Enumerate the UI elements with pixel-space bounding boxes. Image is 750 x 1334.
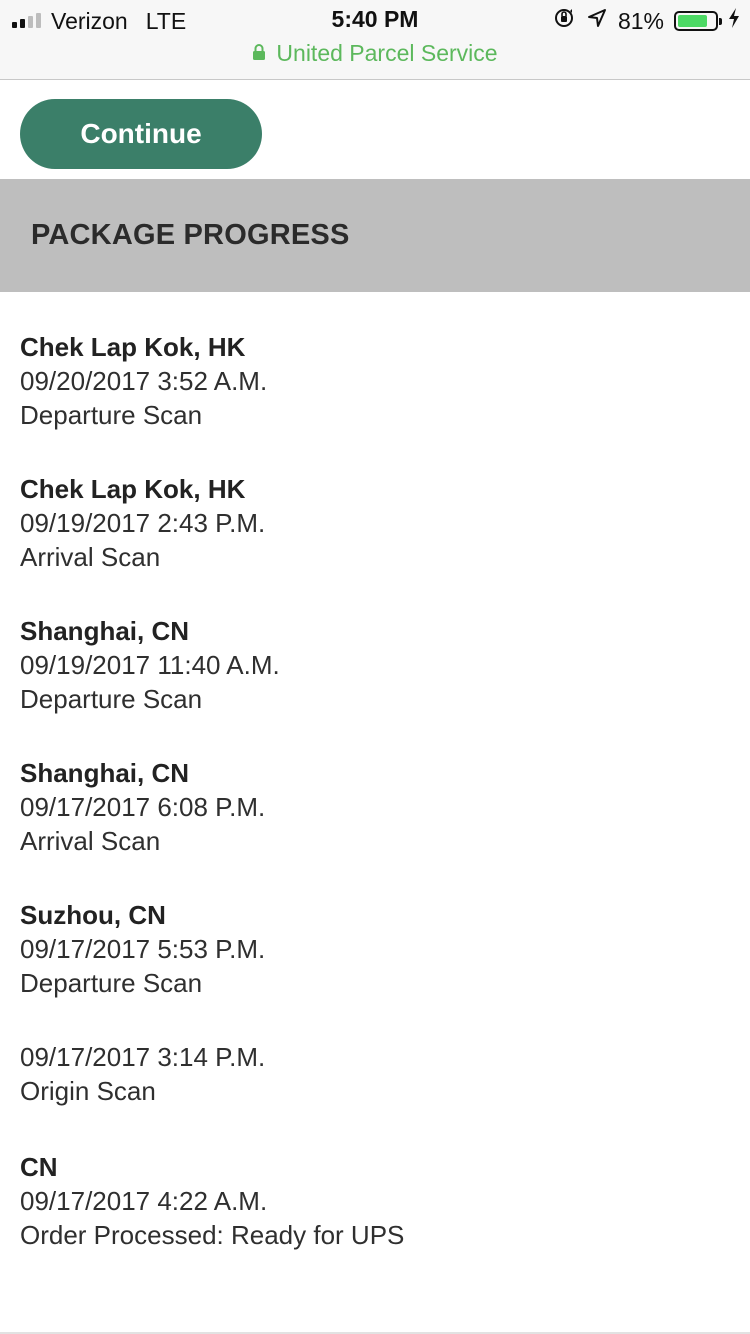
event-location: Shanghai, CN [20, 758, 190, 788]
event-datetime: 09/17/2017 3:14 P.M. [20, 1042, 266, 1072]
progress-event: 09/17/2017 3:14 P.M. Origin Scan [20, 1040, 265, 1108]
event-location: Chek Lap Kok, HK [20, 332, 246, 362]
battery-icon [674, 11, 722, 31]
section-title: PACKAGE PROGRESS [0, 179, 750, 292]
progress-event: Suzhou, CN 09/17/2017 5:53 P.M. Departure … [20, 898, 265, 1000]
event-activity: Departure Scan [20, 684, 203, 714]
progress-event: Chek Lap Kok, HK 09/20/2017 3:52 A.M. Depa… [20, 330, 267, 432]
continue-button[interactable]: Continue [20, 99, 262, 169]
address-bar[interactable]: United Parcel Service [0, 40, 750, 67]
event-location: Shanghai, CN [20, 616, 190, 646]
lock-icon [252, 40, 266, 67]
event-datetime: 09/17/2017 4:22 A.M. [20, 1186, 268, 1216]
event-location: Chek Lap Kok, HK [20, 474, 246, 504]
location-icon [586, 7, 608, 35]
status-right: 81% [552, 6, 740, 36]
status-bar: Verizon LTE 5:40 PM 81% United Parcel Se… [0, 0, 750, 80]
event-location: Suzhou, CN [20, 900, 166, 930]
event-datetime: 09/20/2017 3:52 A.M. [20, 366, 268, 396]
charging-icon [728, 7, 740, 35]
event-activity: Order Processed: Ready for UPS [20, 1220, 405, 1250]
progress-event: Shanghai, CN 09/19/2017 11:40 A.M. Departu… [20, 614, 280, 716]
progress-event: CN 09/17/2017 4:22 A.M. Order Processed: R… [20, 1150, 404, 1252]
event-datetime: 09/19/2017 11:40 A.M. [20, 650, 280, 680]
event-activity: Arrival Scan [20, 542, 161, 572]
progress-event: Chek Lap Kok, HK 09/19/2017 2:43 P.M. Arri… [20, 472, 265, 574]
progress-event: Shanghai, CN 09/17/2017 6:08 P.M. Arrival … [20, 756, 265, 858]
event-datetime: 09/19/2017 2:43 P.M. [20, 508, 266, 538]
event-activity: Departure Scan [20, 968, 203, 998]
event-location: CN [20, 1152, 58, 1182]
battery-percent: 81% [617, 7, 664, 34]
event-activity: Origin Scan [20, 1076, 156, 1106]
event-datetime: 09/17/2017 5:53 P.M. [20, 934, 266, 964]
event-activity: Departure Scan [20, 400, 203, 430]
event-activity: Arrival Scan [20, 826, 161, 856]
orientation-lock-icon [552, 6, 576, 36]
event-datetime: 09/17/2017 6:08 P.M. [20, 792, 266, 822]
site-name: United Parcel Service [276, 40, 498, 66]
